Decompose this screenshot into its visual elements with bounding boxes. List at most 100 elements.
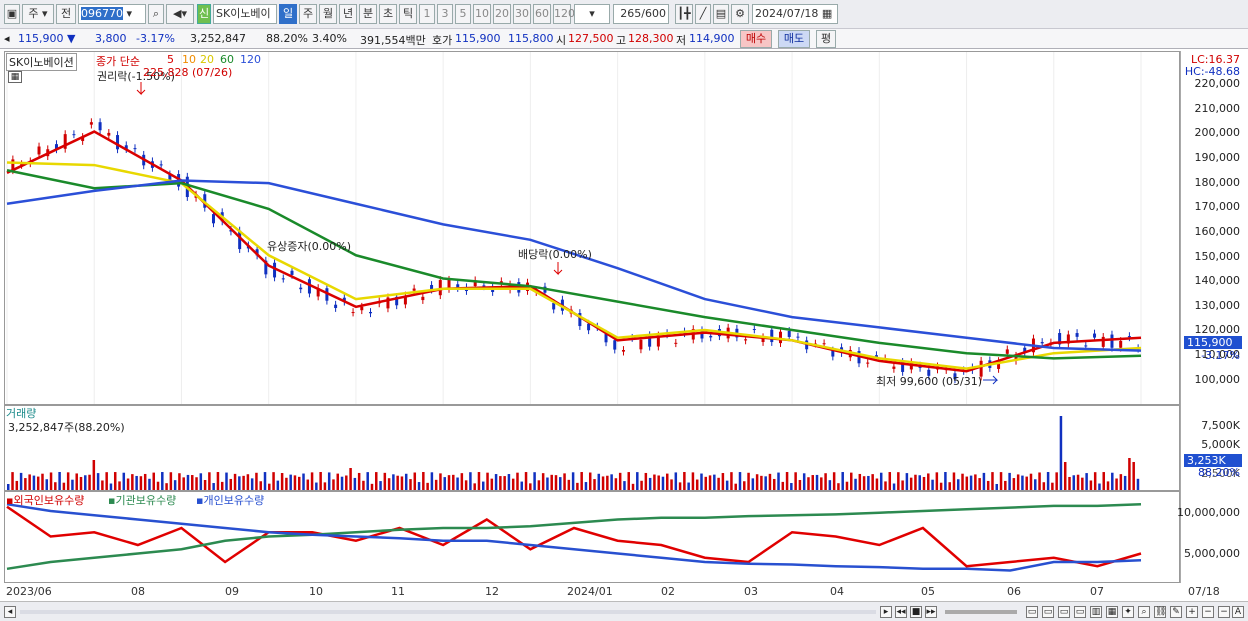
volume-bar xyxy=(781,481,785,490)
panel-split-icon[interactable]: ▭ xyxy=(1042,606,1054,618)
volume-bar xyxy=(884,481,887,490)
y-tick: 210,000 xyxy=(1194,102,1241,115)
table-icon[interactable]: ▦ xyxy=(8,71,22,83)
avg-button[interactable]: 평 xyxy=(816,30,836,48)
panel-list-icon[interactable]: ▭ xyxy=(1074,606,1086,618)
credit-badge[interactable]: 신 xyxy=(197,4,211,24)
indiv-holding-line xyxy=(6,502,1142,572)
num-60[interactable]: 60 xyxy=(533,4,551,24)
num-5[interactable]: 5 xyxy=(455,4,471,24)
num-1[interactable]: 1 xyxy=(419,4,435,24)
scroll-left-icon[interactable]: ◂ xyxy=(4,606,16,618)
zoom-in-icon[interactable]: + xyxy=(1186,606,1198,618)
volume-bar xyxy=(36,476,40,490)
volume-bar xyxy=(289,474,292,490)
volume-bar xyxy=(905,473,909,490)
candle-body xyxy=(299,287,303,290)
count-input[interactable]: 265/600 xyxy=(613,4,669,24)
period-day[interactable]: 일 xyxy=(279,4,297,24)
volume-bar xyxy=(349,468,352,490)
volume-bar xyxy=(139,476,143,490)
num-20[interactable]: 20 xyxy=(493,4,511,24)
draw-tool-icon[interactable]: ╱ xyxy=(695,4,711,24)
code-input[interactable]: 096770 ▾ xyxy=(78,4,146,24)
candle-body xyxy=(133,148,137,150)
candle-body xyxy=(1119,340,1123,348)
stock-name[interactable]: SK이노베이 xyxy=(213,4,277,24)
volume-bar xyxy=(375,472,378,490)
foreign-holding-line xyxy=(6,505,1142,568)
zoom-icon[interactable]: ⌕ xyxy=(1138,606,1150,618)
candle-body xyxy=(412,288,416,291)
sound-icon[interactable]: ◀▾ xyxy=(166,4,194,24)
volume-bar xyxy=(126,478,130,490)
volume-bar xyxy=(439,473,442,490)
type-dropdown[interactable]: 주 ▾ xyxy=(22,4,54,24)
pencil-icon[interactable]: ✎ xyxy=(1170,606,1182,618)
volume-bar xyxy=(118,481,121,490)
volume-bar xyxy=(310,472,314,490)
ma-120-line xyxy=(6,179,1142,352)
period-second[interactable]: 초 xyxy=(379,4,397,24)
volume-bar xyxy=(1111,472,1114,490)
volume-bar xyxy=(1072,475,1076,490)
volume-bar xyxy=(738,472,742,490)
num-30[interactable]: 30 xyxy=(513,4,531,24)
volume-bar xyxy=(755,474,759,490)
forward-icon[interactable]: ▸▸ xyxy=(925,606,937,618)
period-minute[interactable]: 분 xyxy=(359,4,377,24)
view-button[interactable]: 전 xyxy=(56,4,76,24)
candle-body xyxy=(1110,334,1114,348)
scroll-right-icon[interactable]: ▸ xyxy=(880,606,892,618)
gear-icon[interactable]: ⚙ xyxy=(731,4,749,24)
period-month[interactable]: 월 xyxy=(319,4,337,24)
date-input[interactable]: 2024/07/18 ▦ xyxy=(752,4,838,24)
stock-title: SK이노베이션 xyxy=(6,53,77,71)
zoom-out-icon[interactable]: − xyxy=(1202,606,1214,618)
volume-bar xyxy=(1106,481,1110,490)
buy-button[interactable]: 매수 xyxy=(740,30,772,48)
volume-bar xyxy=(909,477,913,490)
scrollbar[interactable] xyxy=(20,610,876,614)
layout-icon[interactable]: ▣ xyxy=(4,4,20,24)
volume-bar xyxy=(477,472,481,490)
volume-bar xyxy=(1063,462,1067,490)
search-icon[interactable]: ⌕ xyxy=(148,4,164,24)
custom-period-dropdown[interactable]: ▾ xyxy=(574,4,610,24)
volume-bar xyxy=(588,472,592,490)
volume-bar xyxy=(434,479,438,490)
period-tick[interactable]: 틱 xyxy=(399,4,417,24)
num-3[interactable]: 3 xyxy=(437,4,453,24)
panel-copy-icon[interactable]: ▭ xyxy=(1058,606,1070,618)
candle-icon[interactable]: ┃╋ xyxy=(675,4,693,24)
candle-body xyxy=(796,336,800,338)
bar-chart-icon[interactable]: ▥ xyxy=(1090,606,1102,618)
save-icon[interactable]: ▤ xyxy=(713,4,729,24)
grid-icon[interactable]: ▦ xyxy=(1106,606,1118,618)
stop-icon[interactable]: ■ xyxy=(910,606,922,618)
period-year[interactable]: 년 xyxy=(339,4,357,24)
sell-button[interactable]: 매도 xyxy=(778,30,810,48)
volume-bar xyxy=(931,479,934,490)
period-week[interactable]: 주 xyxy=(299,4,317,24)
volume-bar xyxy=(1012,478,1016,490)
volume-bar xyxy=(1042,482,1046,490)
volume-bar xyxy=(113,472,117,490)
current-price-tag: 115,900 xyxy=(1184,336,1242,349)
open-value: 127,500 xyxy=(568,32,614,45)
y-tick: 130,000 xyxy=(1194,299,1241,312)
pin-icon[interactable]: ✦ xyxy=(1122,606,1134,618)
rewind-icon[interactable]: ◂◂ xyxy=(895,606,907,618)
font-size-icon[interactable]: A xyxy=(1232,606,1244,618)
num-120[interactable]: 120 xyxy=(553,4,575,24)
volume-bar xyxy=(430,472,434,490)
minus-icon[interactable]: − xyxy=(1218,606,1230,618)
candle-body xyxy=(674,342,678,344)
panel-add-icon[interactable]: ▭ xyxy=(1026,606,1038,618)
num-10[interactable]: 10 xyxy=(473,4,491,24)
volume-bar xyxy=(54,482,57,490)
volume-bar xyxy=(901,480,904,490)
zoom-slider[interactable] xyxy=(945,610,1017,614)
volume-bar xyxy=(208,472,211,490)
link-icon[interactable]: ⛓ xyxy=(1154,606,1166,618)
